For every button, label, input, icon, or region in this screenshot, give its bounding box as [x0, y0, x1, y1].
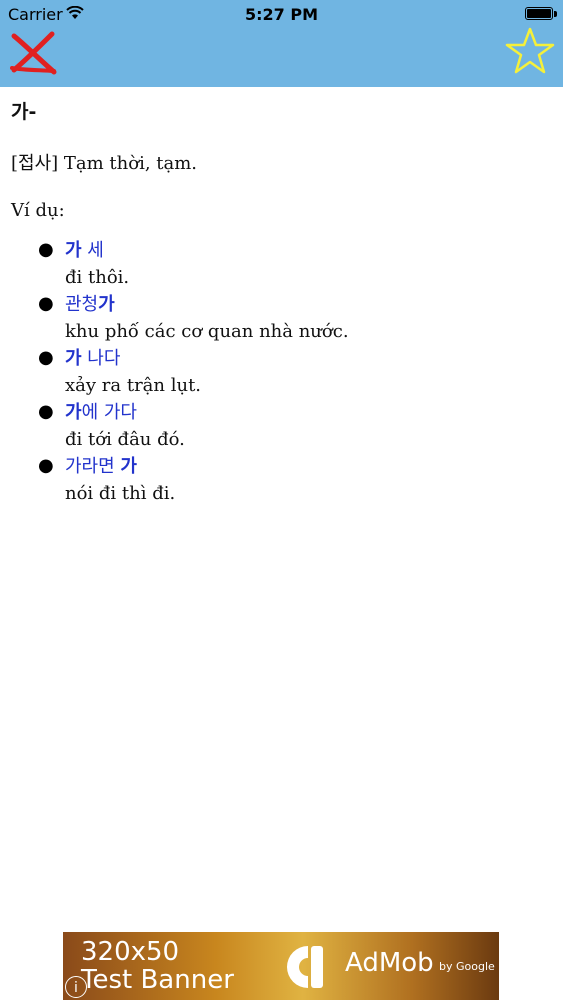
headword: 가-: [11, 101, 37, 123]
example-translation: đi thôi.: [65, 267, 130, 288]
example-item: ● 가 나다 xảy ra trận lụt.: [38, 345, 551, 399]
close-icon: [10, 31, 57, 75]
example-korean-highlight: 가: [65, 348, 82, 369]
example-korean-text: 에 가다: [81, 402, 137, 423]
star-icon: [505, 27, 555, 74]
example-korean[interactable]: 가에 가다: [65, 399, 551, 426]
example-korean[interactable]: 가 나다: [65, 345, 551, 372]
example-translation: xảy ra trận lụt.: [65, 375, 202, 396]
bullet-icon: ●: [38, 401, 54, 422]
bullet-icon: ●: [38, 239, 54, 260]
battery-tip: [554, 11, 557, 17]
bullet-icon: ●: [38, 455, 54, 476]
ad-size-text: 320x50: [81, 937, 180, 967]
example-korean-highlight: 가: [65, 402, 82, 423]
favorite-button[interactable]: [505, 26, 555, 76]
info-icon[interactable]: i: [65, 976, 87, 998]
example-korean-highlight: 가: [120, 456, 137, 477]
example-korean[interactable]: 가라면 가: [65, 453, 551, 480]
examples-label: Ví dụ:: [11, 200, 65, 221]
clock: 5:27 PM: [244, 5, 318, 24]
example-translation: khu phố các cơ quan nhà nước.: [65, 321, 349, 342]
example-item: ● 관청가 khu phố các cơ quan nhà nước.: [38, 291, 551, 345]
battery-icon: [525, 7, 553, 20]
ad-brand: AdMob: [345, 948, 434, 978]
example-korean-text: 관청: [65, 294, 99, 315]
example-korean-text: 세: [81, 240, 104, 261]
bullet-icon: ●: [38, 293, 54, 314]
status-bar: Carrier 5:27 PM: [0, 0, 563, 30]
example-korean-highlight: 가: [98, 294, 115, 315]
battery-level: [527, 9, 551, 18]
definition: [접사] Tạm thời, tạm.: [11, 153, 198, 174]
admob-logo-icon: [287, 946, 323, 988]
example-item: ● 가라면 가 nói đi thì đi.: [38, 453, 551, 507]
example-korean-highlight: 가: [65, 240, 82, 261]
ad-by-google: by Google: [439, 960, 495, 973]
navigation-bar: Carrier 5:27 PM: [0, 0, 563, 87]
ad-name-text: Test Banner: [81, 965, 234, 995]
example-list: ● 가 세 đi thôi. ● 관청가 khu phố các cơ quan nhà …: [11, 237, 551, 507]
example-item: ● 가에 가다 đi tới đâu đó.: [38, 399, 551, 453]
example-korean-text: 나다: [81, 348, 121, 369]
ad-banner[interactable]: 320x50 Test Banner AdMob by Google i: [63, 932, 499, 1000]
entry-content: 가- [접사] Tạm thời, tạm. Ví dụ: ● 가 세 đi thô…: [11, 97, 551, 507]
example-translation: nói đi thì đi.: [65, 483, 176, 504]
example-item: ● 가 세 đi thôi.: [38, 237, 551, 291]
bullet-icon: ●: [38, 347, 54, 368]
example-korean[interactable]: 관청가: [65, 291, 551, 318]
close-button[interactable]: [8, 30, 60, 76]
example-korean[interactable]: 가 세: [65, 237, 551, 264]
example-korean-text: 가라면: [65, 456, 121, 477]
example-translation: đi tới đâu đó.: [65, 429, 185, 450]
